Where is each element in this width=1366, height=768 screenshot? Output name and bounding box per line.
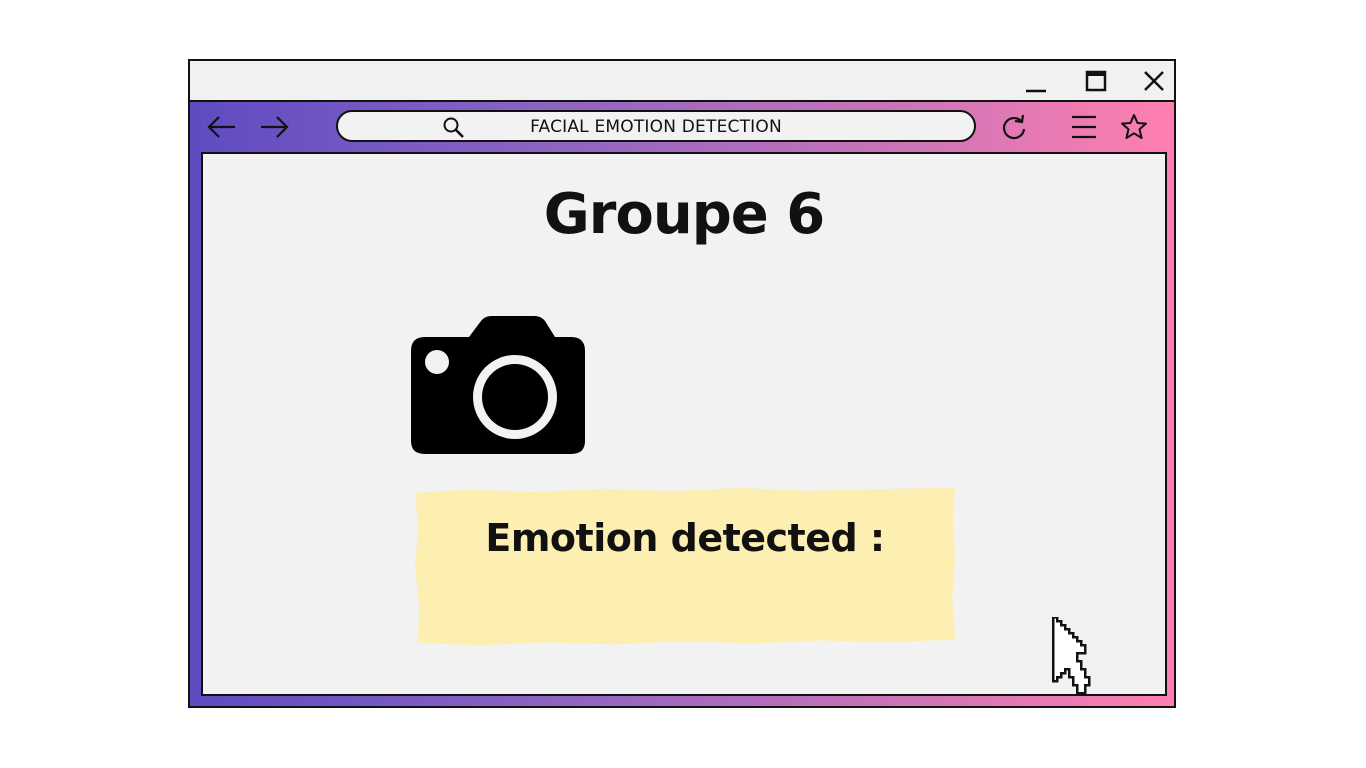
camera-icon[interactable] bbox=[409, 315, 587, 455]
page-title: Groupe 6 bbox=[543, 182, 825, 247]
arrow-left-icon[interactable] bbox=[206, 114, 238, 140]
minimize-icon[interactable] bbox=[1022, 69, 1050, 95]
menu-icon[interactable] bbox=[1068, 114, 1100, 140]
address-bar[interactable]: FACIAL EMOTION DETECTION bbox=[336, 110, 976, 142]
browser-window: FACIAL EMOTION DETECTION Groupe 6 Emotio… bbox=[188, 59, 1176, 708]
star-icon[interactable] bbox=[1118, 114, 1150, 140]
title-bar bbox=[190, 61, 1174, 102]
page-content: Groupe 6 Emotion detected : bbox=[201, 152, 1167, 696]
browser-toolbar: FACIAL EMOTION DETECTION bbox=[190, 102, 1174, 150]
close-icon[interactable] bbox=[1140, 69, 1168, 95]
arrow-right-icon[interactable] bbox=[258, 114, 290, 140]
address-text: FACIAL EMOTION DETECTION bbox=[530, 117, 782, 137]
refresh-icon[interactable] bbox=[1000, 114, 1032, 140]
emotion-result-panel: Emotion detected : bbox=[415, 488, 955, 646]
pointer-cursor-icon bbox=[1052, 617, 1091, 695]
emotion-detected-label: Emotion detected : bbox=[485, 516, 885, 560]
maximize-icon[interactable] bbox=[1082, 69, 1110, 95]
